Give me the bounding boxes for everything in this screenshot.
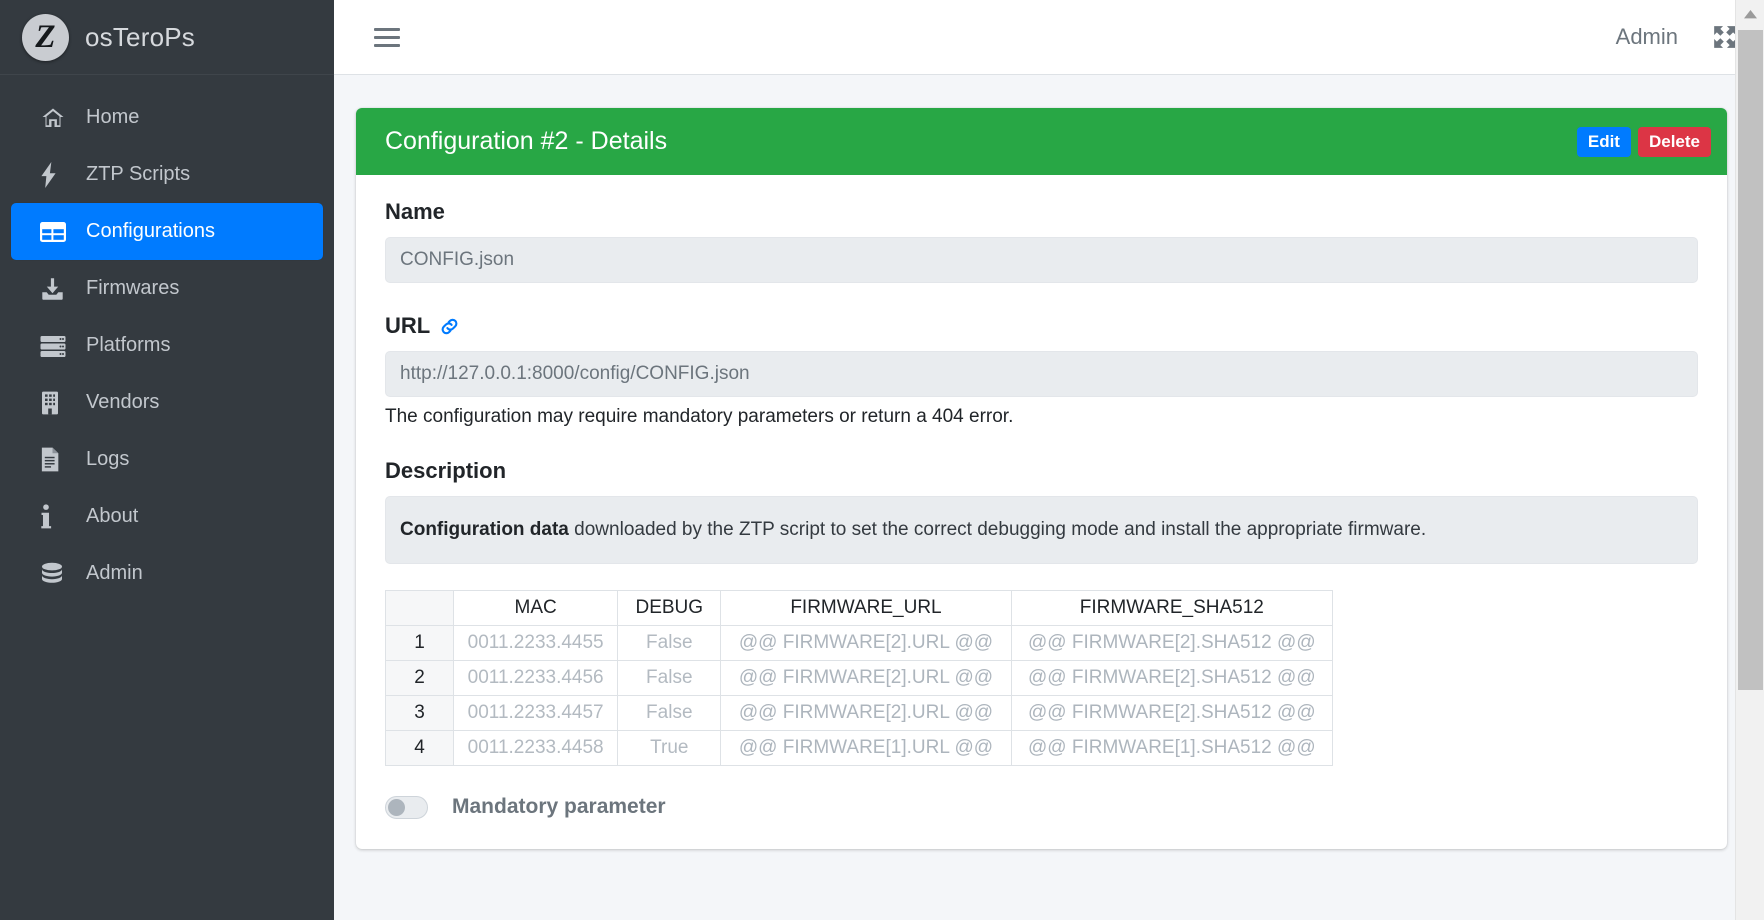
toggle-knob	[388, 798, 405, 816]
app-logo-icon: Z	[22, 13, 69, 61]
mac-cell: 0011.2233.4458	[453, 730, 619, 766]
parameters-table: MAC DEBUG FIRMWARE_URL FIRMWARE_SHA512 1…	[384, 590, 1334, 766]
app-title: osTeroPs	[85, 21, 195, 52]
firmware-sha512-cell: @@ FIRMWARE[2].SHA512 @@	[1010, 625, 1334, 661]
card-header: Configuration #2 - Details Edit Delete	[356, 108, 1727, 175]
sidebar-item-label: Home	[86, 106, 140, 128]
row-index-cell: 1	[384, 625, 455, 661]
name-label: Name	[385, 199, 1698, 225]
home-icon	[40, 106, 70, 130]
debug-cell: False	[617, 660, 722, 696]
sidebar-item-admin[interactable]: Admin	[11, 545, 323, 602]
table-row: 3 0011.2233.4457 False @@ FIRMWARE[2].URL @…	[384, 695, 1334, 731]
card-body: Name CONFIG.json URL http://127.0.0.1:80…	[356, 175, 1727, 849]
table-body: 1 0011.2233.4455 False @@ FIRMWARE[2].URL @…	[384, 625, 1334, 766]
firmware-sha512-cell: @@ FIRMWARE[1].SHA512 @@	[1010, 730, 1334, 766]
url-value: http://127.0.0.1:8000/config/CONFIG.json	[400, 363, 750, 384]
main-area: Admin Configuration #2 - Details Edit De…	[334, 0, 1764, 920]
col-header-url: FIRMWARE_URL	[720, 590, 1012, 626]
brand-header[interactable]: Z osTeroPs	[0, 0, 334, 75]
mandatory-parameter-toggle[interactable]	[385, 795, 428, 819]
server-icon	[40, 334, 70, 358]
sidebar-item-platforms[interactable]: Platforms	[11, 317, 323, 374]
scrollbar-thumb[interactable]	[1738, 30, 1763, 690]
col-header-sha512: FIRMWARE_SHA512	[1010, 590, 1334, 626]
sidebar-item-vendors[interactable]: Vendors	[11, 374, 323, 431]
mandatory-parameter-label: Mandatory parameter	[452, 795, 666, 818]
description-rest: downloaded by the ZTP script to set the …	[568, 519, 1427, 540]
download-icon	[40, 277, 70, 301]
firmware-sha512-cell: @@ FIRMWARE[2].SHA512 @@	[1010, 660, 1334, 696]
sidebar-item-label: Firmwares	[86, 277, 180, 299]
scroll-up-arrow-icon[interactable]	[1736, 0, 1764, 29]
firmware-url-cell: @@ FIRMWARE[2].URL @@	[720, 625, 1012, 661]
description-label-text: Description	[385, 458, 507, 483]
url-label: URL	[385, 313, 1698, 339]
col-header-mac: MAC	[453, 590, 619, 626]
hamburger-icon[interactable]	[374, 24, 400, 50]
mandatory-parameter-row: Mandatory parameter	[385, 795, 1698, 819]
bolt-icon	[40, 161, 70, 188]
vertical-scrollbar[interactable]	[1735, 0, 1764, 920]
firmware-url-cell: @@ FIRMWARE[1].URL @@	[720, 730, 1012, 766]
sidebar-item-logs[interactable]: Logs	[11, 431, 323, 488]
edit-button[interactable]: Edit	[1576, 126, 1631, 157]
row-index-cell: 3	[384, 695, 455, 731]
firmware-url-cell: @@ FIRMWARE[2].URL @@	[720, 695, 1012, 731]
row-index-cell: 2	[384, 660, 455, 696]
content-scroll-area: Configuration #2 - Details Edit Delete N…	[334, 75, 1764, 920]
table-row: 1 0011.2233.4455 False @@ FIRMWARE[2].URL @…	[384, 625, 1334, 661]
description-field: Configuration data downloaded by the ZTP…	[385, 496, 1698, 564]
link-icon[interactable]	[439, 316, 460, 337]
description-strong: Configuration data	[400, 519, 569, 540]
mac-cell: 0011.2233.4457	[453, 695, 619, 731]
building-icon	[40, 391, 70, 415]
delete-button[interactable]: Delete	[1637, 126, 1711, 157]
debug-cell: False	[617, 695, 722, 731]
table-icon	[40, 221, 70, 243]
sidebar-item-about[interactable]: About	[11, 488, 323, 545]
sidebar-item-label: ZTP Scripts	[86, 163, 191, 185]
firmware-url-cell: @@ FIRMWARE[2].URL @@	[720, 660, 1012, 696]
sidebar-item-home[interactable]: Home	[11, 89, 323, 146]
info-icon	[40, 504, 70, 529]
name-value: CONFIG.json	[400, 249, 515, 270]
col-header-debug: DEBUG	[617, 590, 722, 626]
table-head: MAC DEBUG FIRMWARE_URL FIRMWARE_SHA512	[384, 590, 1334, 626]
sidebar-item-ztp-scripts[interactable]: ZTP Scripts	[11, 146, 323, 203]
sidebar-item-label: About	[86, 505, 139, 527]
page-title: Configuration #2 - Details	[385, 127, 668, 155]
col-header-index	[384, 590, 455, 626]
description-label: Description	[385, 458, 1698, 484]
mac-cell: 0011.2233.4456	[453, 660, 619, 696]
sidebar-item-label: Configurations	[86, 220, 215, 242]
top-navbar: Admin	[334, 0, 1764, 75]
admin-menu-link[interactable]: Admin	[1616, 24, 1678, 50]
sidebar-item-label: Admin	[86, 562, 143, 584]
configuration-details-card: Configuration #2 - Details Edit Delete N…	[356, 108, 1727, 849]
url-field[interactable]: http://127.0.0.1:8000/config/CONFIG.json	[385, 351, 1698, 397]
sidebar-item-configurations[interactable]: Configurations	[11, 203, 323, 260]
debug-cell: True	[617, 730, 722, 766]
mac-cell: 0011.2233.4455	[453, 625, 619, 661]
table-header-row: MAC DEBUG FIRMWARE_URL FIRMWARE_SHA512	[384, 590, 1334, 626]
name-label-text: Name	[385, 199, 445, 224]
url-help-text: The configuration may require mandatory …	[385, 406, 1014, 427]
sidebar-item-firmwares[interactable]: Firmwares	[11, 260, 323, 317]
sidebar: Z osTeroPs Home ZTP Scripts Configuratio…	[0, 0, 334, 920]
sidebar-item-label: Vendors	[86, 391, 160, 413]
sidebar-item-label: Logs	[86, 448, 130, 470]
debug-cell: False	[617, 625, 722, 661]
table-row: 2 0011.2233.4456 False @@ FIRMWARE[2].URL @…	[384, 660, 1334, 696]
name-field[interactable]: CONFIG.json	[385, 237, 1698, 283]
file-lines-icon	[40, 447, 70, 472]
sidebar-item-label: Platforms	[86, 334, 171, 356]
url-label-text: URL	[385, 313, 431, 338]
firmware-sha512-cell: @@ FIRMWARE[2].SHA512 @@	[1010, 695, 1334, 731]
sidebar-nav: Home ZTP Scripts Configurations Firmware…	[0, 75, 334, 602]
row-index-cell: 4	[384, 730, 455, 766]
database-icon	[40, 562, 70, 586]
table-row: 4 0011.2233.4458 True @@ FIRMWARE[1].URL @@…	[384, 730, 1334, 766]
description-text: Configuration data downloaded by the ZTP…	[400, 519, 1426, 541]
